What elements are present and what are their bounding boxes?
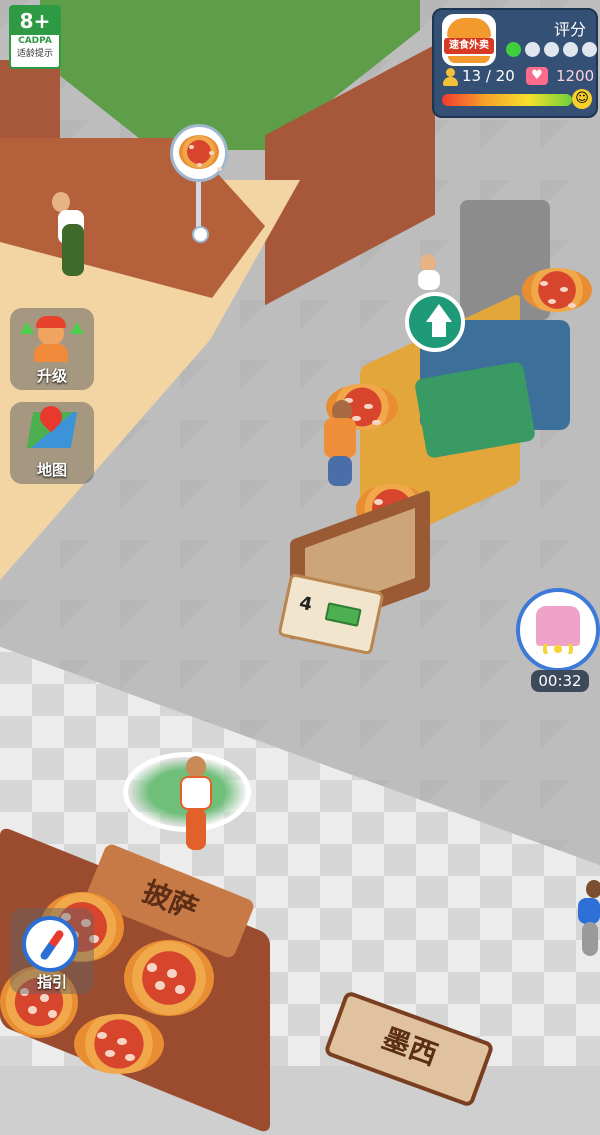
heart-icon: ♥: [526, 67, 548, 85]
rating-star-empty: [563, 42, 578, 57]
customer-count: 13 / 20: [462, 67, 515, 85]
station-pizza: [124, 940, 214, 1016]
price-value: 4: [297, 592, 315, 616]
restaurant-status-panel[interactable]: 速食外卖 评分 13 / 20 ♥ 1200 ☺: [432, 8, 598, 118]
arrow-up-icon: [20, 322, 34, 334]
age-rating-caption: 适龄提示: [16, 49, 53, 59]
arrow-up-icon: [70, 322, 84, 334]
restaurant-logo: 速食外卖: [442, 14, 496, 66]
age-rating-badge: 8+ CADPA 适龄提示: [9, 5, 61, 69]
machine-upgrade-button[interactable]: [405, 292, 465, 352]
rating-star-empty: [525, 42, 540, 57]
likes-count: 1200: [556, 67, 595, 85]
rating-stars: [506, 42, 597, 57]
skate-powerup-button[interactable]: [516, 588, 600, 672]
guide-label: 指引: [36, 973, 67, 991]
customer-icon: [442, 68, 458, 86]
smiley-icon: ☺: [572, 89, 592, 109]
satisfaction-bar: [442, 94, 572, 106]
map-button[interactable]: 地图: [10, 401, 94, 484]
order-bubble[interactable]: [170, 124, 228, 182]
order-pin-dot: [192, 226, 209, 243]
age-rating-org: CADPA: [18, 36, 52, 46]
powerup-timer: 00:32: [531, 670, 589, 692]
compass-icon: [22, 916, 78, 972]
rating-label: 评分: [554, 20, 587, 39]
roller-skate-icon: [536, 606, 580, 646]
upgrade-button[interactable]: 升级: [10, 308, 94, 390]
rating-star-empty: [544, 42, 559, 57]
pizza-on-oven: [522, 268, 592, 312]
pizza-icon: [179, 135, 219, 169]
map-label: 地图: [36, 461, 67, 479]
arrow-up-icon: [426, 304, 452, 322]
wall: [0, 60, 60, 150]
rating-star-empty: [582, 42, 597, 57]
age-rating-number: 8+: [11, 7, 59, 35]
order-pin-stem: [196, 180, 201, 232]
guide-button[interactable]: 指引: [10, 908, 94, 994]
rating-star-filled: [506, 42, 521, 57]
upgrade-label: 升级: [36, 367, 67, 385]
cash-icon: [324, 602, 362, 627]
restaurant-logo-text: 速食外卖: [444, 38, 494, 54]
station-pizza: [74, 1014, 164, 1074]
